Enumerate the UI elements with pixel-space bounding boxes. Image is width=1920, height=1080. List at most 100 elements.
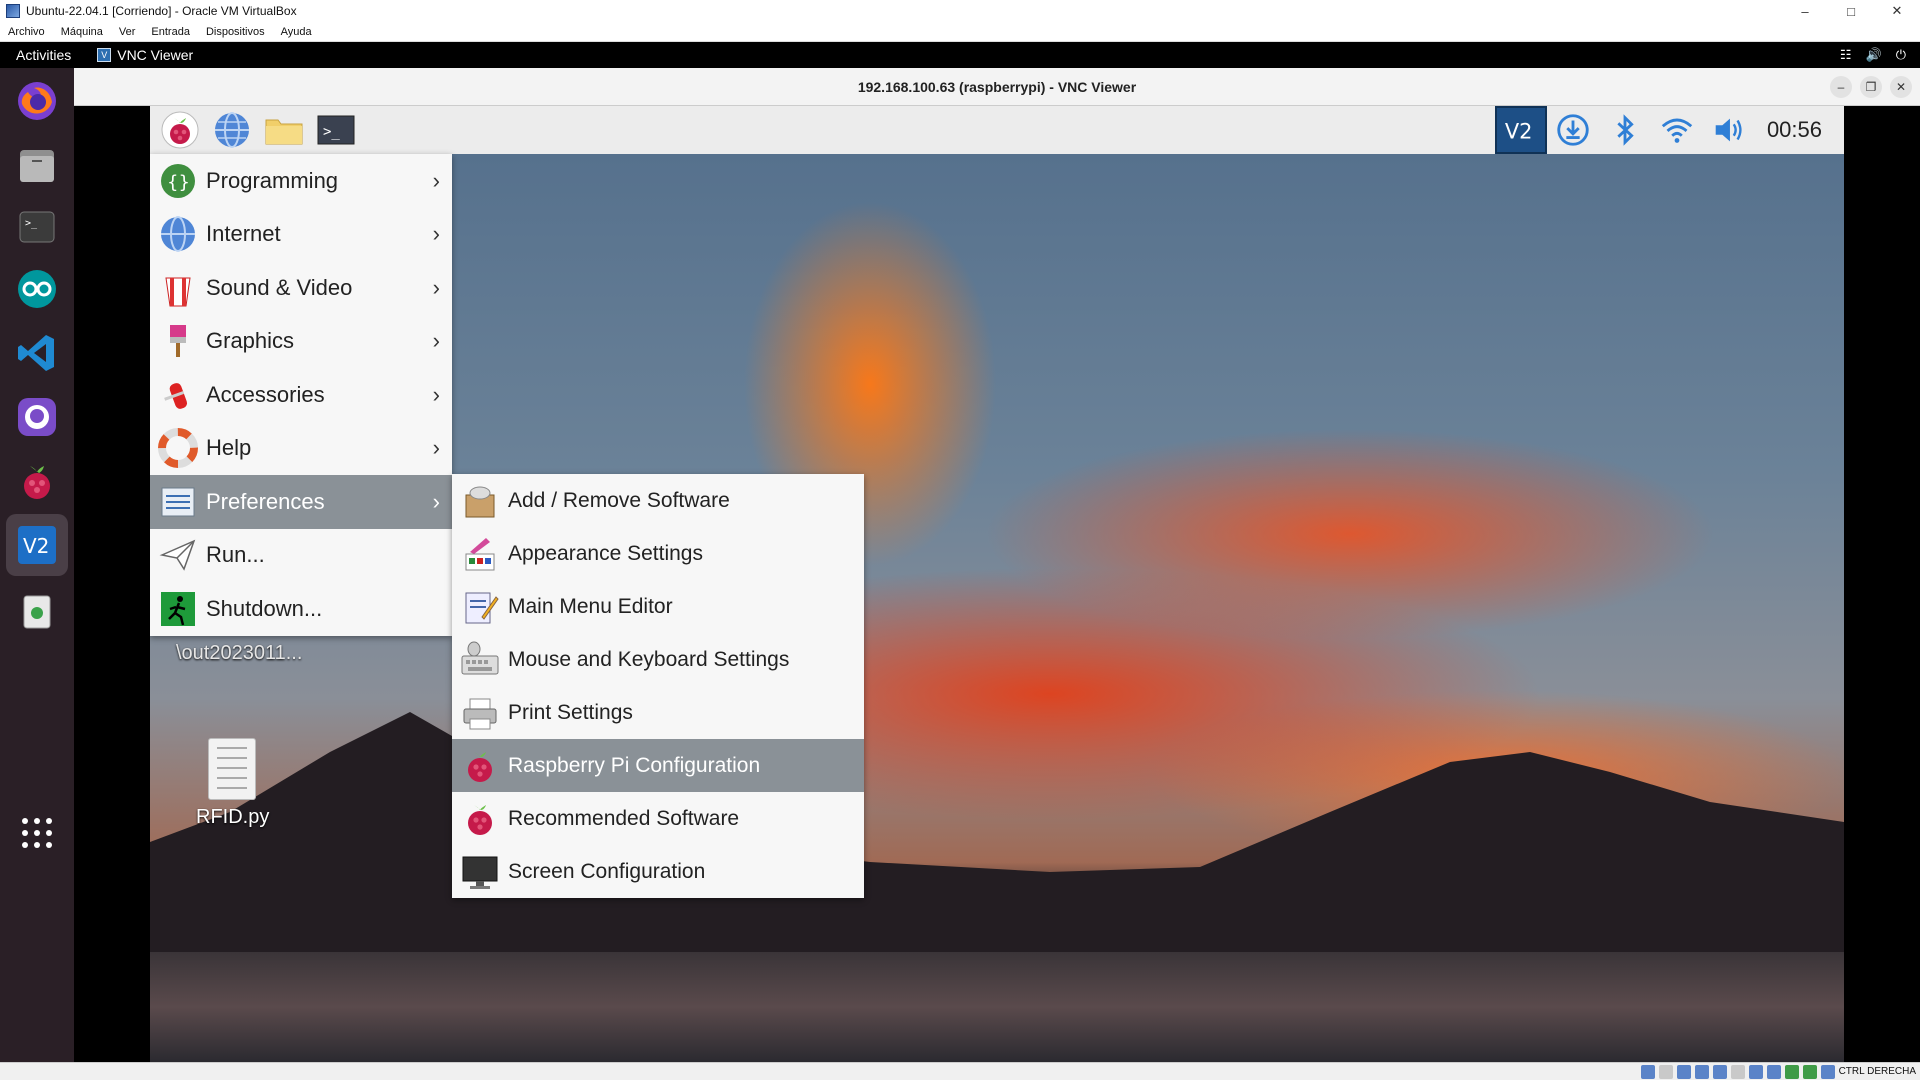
volume-icon[interactable] [1703, 106, 1755, 154]
mouse-integration-icon[interactable] [1802, 1064, 1817, 1079]
show-apps-icon[interactable] [12, 808, 62, 858]
cpu-activity-icon[interactable] [1784, 1064, 1799, 1079]
lifebuoy-icon [158, 428, 198, 469]
updates-download-icon[interactable] [1547, 106, 1599, 154]
submenu-item-print-settings[interactable]: Print Settings [452, 686, 864, 739]
optical-drive-icon[interactable] [1658, 1064, 1673, 1079]
maximize-button[interactable]: □ [1828, 0, 1874, 22]
raspberry-icon[interactable] [12, 456, 62, 506]
submenu-item-label: Add / Remove Software [508, 488, 730, 512]
close-button[interactable]: ✕ [1874, 0, 1920, 22]
menu-maquina[interactable]: Máquina [53, 26, 111, 38]
menu-archivo[interactable]: Archivo [0, 26, 53, 38]
submenu-item-label: Screen Configuration [508, 859, 706, 883]
raspberry-main-menu: {} Programming › Internet › Sound & Vide… [150, 154, 452, 636]
submenu-item-mouse-keyboard-settings[interactable]: Mouse and Keyboard Settings [452, 633, 864, 686]
vnc-viewer-icon: V [97, 48, 112, 62]
menu-item-label: Shutdown... [206, 595, 323, 621]
chevron-right-icon: › [432, 167, 440, 193]
popcorn-icon [158, 268, 198, 308]
menu-item-preferences[interactable]: Preferences › [150, 475, 452, 529]
paper-plane-icon [158, 535, 198, 575]
submenu-item-screen-configuration[interactable]: Screen Configuration [452, 845, 864, 898]
preferences-submenu: Add / Remove Software Appearance Setting… [452, 474, 864, 898]
keyboard-icon [460, 640, 500, 680]
desktop-file-label[interactable]: RFID.py [196, 806, 269, 829]
menu-dispositivos[interactable]: Dispositivos [198, 26, 273, 38]
submenu-item-main-menu-editor[interactable]: Main Menu Editor [452, 580, 864, 633]
volume-icon[interactable]: 🔊 [1866, 47, 1882, 63]
python-file-icon[interactable] [208, 738, 256, 800]
menu-item-label: Run... [206, 542, 265, 568]
menu-item-run[interactable]: Run... [150, 529, 452, 583]
submenu-item-label: Print Settings [508, 700, 633, 724]
menu-item-label: Internet [206, 221, 281, 247]
display-icon[interactable] [1748, 1064, 1763, 1079]
submenu-item-raspberry-pi-configuration[interactable]: Raspberry Pi Configuration [452, 739, 864, 792]
menu-item-accessories[interactable]: Accessories › [150, 368, 452, 422]
github-icon[interactable] [12, 392, 62, 442]
menu-item-shutdown[interactable]: Shutdown... [150, 582, 452, 636]
web-browser-launcher-icon[interactable] [210, 108, 254, 152]
submenu-item-appearance-settings[interactable]: Appearance Settings [452, 527, 864, 580]
window-title: Ubuntu-22.04.1 [Corriendo] - Oracle VM V… [26, 4, 297, 18]
shared-folders-icon[interactable] [1730, 1064, 1745, 1079]
raspberry-icon [460, 746, 500, 786]
menu-ver[interactable]: Ver [111, 26, 144, 38]
network-adapter-icon[interactable] [1694, 1064, 1709, 1079]
globe-icon [158, 214, 198, 254]
vnc-window-titlebar: 192.168.100.63 (raspberrypi) - VNC Viewe… [74, 68, 1920, 106]
knife-icon [158, 375, 198, 415]
recording-icon[interactable] [1766, 1064, 1781, 1079]
menu-entrada[interactable]: Entrada [143, 26, 198, 38]
network-icon[interactable]: ☷ [1840, 47, 1852, 63]
svg-text:V2: V2 [1505, 120, 1533, 144]
vnc-window-title: 192.168.100.63 (raspberrypi) - VNC Viewe… [857, 78, 1137, 95]
desktop-folder-label[interactable]: \out2023011... [176, 642, 302, 665]
menu-item-help[interactable]: Help › [150, 422, 452, 476]
hard-disk-icon[interactable] [1640, 1064, 1655, 1079]
firefox-icon[interactable] [12, 76, 62, 126]
terminal-icon[interactable]: >_ [12, 202, 62, 252]
palette-icon [460, 534, 500, 574]
focused-app-name: VNC Viewer [117, 47, 194, 63]
keyboard-capture-icon[interactable] [1820, 1064, 1835, 1079]
menu-item-label: Programming [206, 167, 339, 193]
raspberry-menu-button[interactable] [158, 108, 202, 152]
menu-item-internet[interactable]: Internet › [150, 208, 452, 262]
vnc-viewer-icon[interactable]: V2 [6, 514, 68, 576]
submenu-item-label: Recommended Software [508, 806, 740, 830]
menu-item-programming[interactable]: {} Programming › [150, 154, 452, 208]
vnc-server-tray-icon[interactable]: V2 [1494, 106, 1547, 154]
terminal-launcher-icon[interactable]: >_ [314, 108, 358, 152]
menu-ayuda[interactable]: Ayuda [273, 26, 320, 38]
submenu-item-add-remove-software[interactable]: Add / Remove Software [452, 474, 864, 527]
vnc-border-left [74, 106, 150, 1062]
file-manager-launcher-icon[interactable] [262, 108, 306, 152]
bluetooth-icon[interactable] [1599, 106, 1651, 154]
monitor-icon [460, 852, 500, 892]
vnc-restore-button[interactable]: ❐ [1860, 76, 1882, 98]
menu-item-graphics[interactable]: Graphics › [150, 315, 452, 369]
vnc-close-button[interactable]: ✕ [1890, 76, 1912, 98]
wifi-icon[interactable] [1651, 106, 1703, 154]
minimize-button[interactable]: – [1782, 0, 1828, 22]
virtualbox-menubar: Archivo Máquina Ver Entrada Dispositivos… [0, 22, 1920, 42]
pencil-icon [460, 587, 500, 627]
focused-app-menu[interactable]: V VNC Viewer [97, 47, 193, 63]
power-icon[interactable]: ⏻ [1896, 47, 1906, 63]
usb-icon[interactable] [1712, 1064, 1727, 1079]
vnc-minimize-button[interactable]: – [1830, 76, 1852, 98]
lake-water [150, 952, 1844, 1062]
clock[interactable]: 00:56 [1755, 117, 1844, 143]
package-icon [460, 481, 500, 521]
trash-icon[interactable] [12, 586, 62, 636]
activities-button[interactable]: Activities [0, 47, 87, 63]
vscode-icon[interactable] [12, 328, 62, 378]
chevron-right-icon: › [432, 488, 440, 514]
arduino-icon[interactable] [12, 264, 62, 314]
audio-icon[interactable] [1676, 1064, 1691, 1079]
submenu-item-recommended-software[interactable]: Recommended Software [452, 792, 864, 845]
files-icon[interactable] [12, 140, 62, 190]
menu-item-sound-video[interactable]: Sound & Video › [150, 261, 452, 315]
